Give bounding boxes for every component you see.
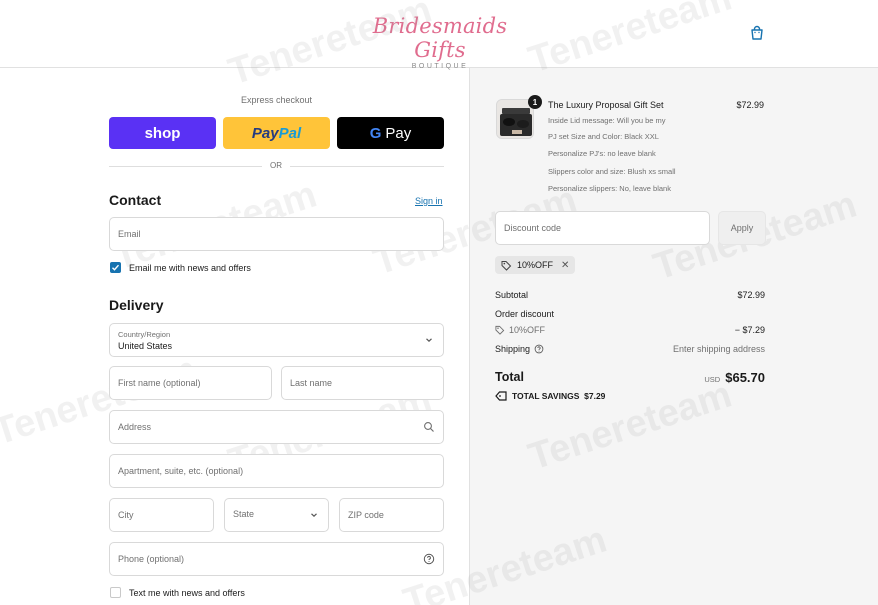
- express-checkout-title: Express checkout: [240, 95, 313, 105]
- shipping-value: Enter shipping address: [672, 344, 765, 354]
- google-pay-button[interactable]: G Pay: [337, 117, 444, 149]
- shopping-bag-icon[interactable]: [749, 25, 765, 41]
- country-label: Country/Region: [118, 330, 171, 339]
- product-option: PJ set Size and Color: Black XXL: [548, 132, 659, 141]
- order-discount-code: 10%OFF: [509, 325, 546, 335]
- savings-value: $7.29: [584, 391, 606, 401]
- paypal-button[interactable]: Pay Pal: [223, 117, 330, 149]
- discount-code-field[interactable]: Discount code: [495, 211, 710, 245]
- logo-main-text: Bridesmaids Gifts: [372, 14, 508, 62]
- checkmark-icon: [112, 264, 120, 271]
- order-discount-label: Order discount: [495, 309, 555, 319]
- chevron-down-icon: [311, 513, 317, 518]
- phone-placeholder: Phone (optional): [118, 554, 185, 564]
- sign-in-link[interactable]: Sign in: [415, 196, 443, 206]
- paypal-label-pal: Pal: [278, 124, 302, 142]
- chevron-down-icon: [426, 338, 432, 343]
- paypal-label-pay: Pay: [251, 124, 279, 142]
- email-news-checkbox[interactable]: [110, 262, 121, 273]
- product-price: $72.99: [736, 100, 764, 110]
- total-currency: USD: [704, 375, 721, 384]
- total-value-group: USD $65.70: [640, 369, 765, 387]
- phone-field[interactable]: Phone (optional): [109, 542, 444, 576]
- product-name: The Luxury Proposal Gift Set: [548, 100, 664, 110]
- contact-title: Contact: [109, 192, 162, 208]
- order-summary-pane: [469, 68, 878, 605]
- order-discount-code-row: 10%OFF: [495, 325, 545, 335]
- applied-discount-code: 10%OFF: [517, 260, 554, 270]
- product-option: Inside Lid message: Will you be my: [548, 116, 666, 125]
- subtotal-label: Subtotal: [495, 290, 529, 300]
- product-option: Personalize slippers: No, leave blank: [548, 184, 671, 193]
- apply-discount-button[interactable]: Apply: [718, 211, 766, 245]
- shipping-label: Shipping: [495, 344, 531, 354]
- email-placeholder: Email: [118, 229, 141, 239]
- state-placeholder: State: [233, 509, 255, 519]
- city-field[interactable]: City: [109, 498, 214, 532]
- address-field[interactable]: Address: [109, 410, 444, 444]
- first-name-field[interactable]: First name (optional): [109, 366, 272, 400]
- remove-discount-icon[interactable]: ✕: [561, 260, 569, 271]
- zip-field[interactable]: ZIP code: [339, 498, 444, 532]
- help-circle-icon[interactable]: [534, 344, 544, 354]
- total-amount: $65.70: [725, 370, 765, 385]
- tag-icon: [495, 391, 507, 401]
- order-discount-value: − $7.29: [734, 325, 765, 335]
- email-field[interactable]: Email: [109, 217, 444, 251]
- city-placeholder: City: [118, 510, 134, 520]
- last-name-placeholder: Last name: [290, 378, 333, 388]
- google-pay-label: Pay: [385, 124, 412, 142]
- checkout-header: Bridesmaids Gifts BOUTIQUE: [0, 0, 878, 70]
- applied-discount-chip: 10%OFF ✕: [495, 256, 576, 274]
- help-circle-icon[interactable]: [423, 553, 435, 565]
- state-select[interactable]: State: [224, 498, 329, 532]
- discount-code-placeholder: Discount code: [504, 223, 562, 233]
- tag-icon: [495, 325, 505, 335]
- apartment-field[interactable]: Apartment, suite, etc. (optional): [109, 454, 444, 488]
- email-news-row[interactable]: Email me with news and offers: [110, 262, 251, 273]
- text-offers-row[interactable]: Text me with news and offers: [110, 587, 245, 598]
- store-logo[interactable]: Bridesmaids Gifts BOUTIQUE: [370, 14, 510, 70]
- zip-placeholder: ZIP code: [348, 510, 384, 520]
- shop-pay-label: shop: [144, 124, 181, 142]
- quantity-badge: 1: [528, 95, 542, 109]
- text-offers-label: Text me with news and offers: [129, 587, 245, 598]
- savings-label: TOTAL SAVINGS: [512, 391, 580, 401]
- shipping-row: Shipping: [495, 344, 544, 354]
- product-option: Personalize PJ's: no leave blank: [548, 149, 656, 158]
- total-savings: TOTAL SAVINGS $7.29: [495, 391, 605, 401]
- product-option: Slippers color and size: Blush xs small: [548, 167, 676, 176]
- or-label: OR: [262, 161, 290, 170]
- total-label: Total: [495, 370, 524, 384]
- tag-icon: [501, 260, 512, 271]
- search-icon: [424, 422, 434, 432]
- last-name-field[interactable]: Last name: [281, 366, 444, 400]
- delivery-title: Delivery: [109, 297, 164, 313]
- subtotal-value: $72.99: [737, 290, 765, 300]
- email-news-label: Email me with news and offers: [129, 262, 251, 273]
- text-offers-checkbox[interactable]: [110, 587, 121, 598]
- shop-pay-button[interactable]: shop: [109, 117, 216, 149]
- country-value: United States: [118, 341, 173, 351]
- apartment-placeholder: Apartment, suite, etc. (optional): [118, 466, 244, 476]
- first-name-placeholder: First name (optional): [118, 378, 201, 388]
- country-select[interactable]: Country/Region United States: [109, 323, 444, 357]
- address-placeholder: Address: [118, 422, 152, 432]
- google-g-icon: G: [369, 124, 382, 142]
